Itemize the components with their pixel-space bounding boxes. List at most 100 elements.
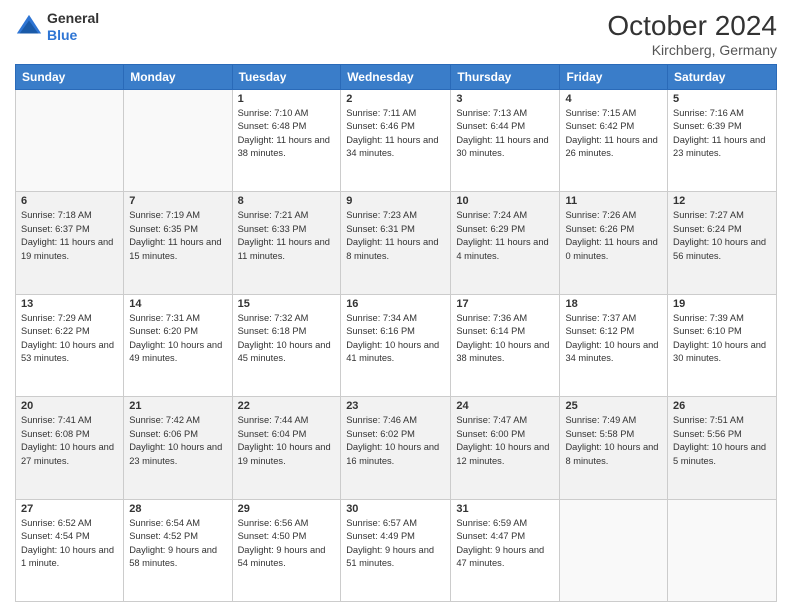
calendar-cell xyxy=(16,90,124,192)
day-number: 1 xyxy=(238,93,336,105)
day-number: 20 xyxy=(21,400,118,412)
day-info: Sunrise: 6:57 AM Sunset: 4:49 PM Dayligh… xyxy=(346,517,445,571)
calendar: SundayMondayTuesdayWednesdayThursdayFrid… xyxy=(15,64,777,602)
calendar-cell xyxy=(668,499,777,601)
calendar-cell: 15 Sunrise: 7:32 AM Sunset: 6:18 PM Dayli… xyxy=(232,294,341,396)
day-info: Sunrise: 7:15 AM Sunset: 6:42 PM Dayligh… xyxy=(565,107,662,161)
day-number: 31 xyxy=(456,503,554,515)
calendar-cell: 28 Sunrise: 6:54 AM Sunset: 4:52 PM Dayli… xyxy=(124,499,232,601)
weekday-wednesday: Wednesday xyxy=(341,65,451,90)
week-row-5: 27 Sunrise: 6:52 AM Sunset: 4:54 PM Dayli… xyxy=(16,499,777,601)
day-info: Sunrise: 7:31 AM Sunset: 6:20 PM Dayligh… xyxy=(129,312,226,366)
weekday-monday: Monday xyxy=(124,65,232,90)
day-number: 13 xyxy=(21,298,118,310)
day-info: Sunrise: 7:16 AM Sunset: 6:39 PM Dayligh… xyxy=(673,107,771,161)
week-row-1: 1Sunrise: 7:10 AM Sunset: 6:48 PM Daylig… xyxy=(16,90,777,192)
calendar-cell: 24 Sunrise: 7:47 AM Sunset: 6:00 PM Dayli… xyxy=(451,397,560,499)
calendar-cell: 10 Sunrise: 7:24 AM Sunset: 6:29 PM Dayli… xyxy=(451,192,560,294)
calendar-cell: 20Sunrise: 7:41 AM Sunset: 6:08 PM Dayli… xyxy=(16,397,124,499)
day-number: 28 xyxy=(129,503,226,515)
day-info: Sunrise: 7:27 AM Sunset: 6:24 PM Dayligh… xyxy=(673,209,771,263)
day-number: 5 xyxy=(673,93,771,105)
page: General Blue October 2024 Kirchberg, Ger… xyxy=(0,0,792,612)
day-info: Sunrise: 7:37 AM Sunset: 6:12 PM Dayligh… xyxy=(565,312,662,366)
calendar-cell: 31Sunrise: 6:59 AM Sunset: 4:47 PM Dayli… xyxy=(451,499,560,601)
calendar-cell: 25Sunrise: 7:49 AM Sunset: 5:58 PM Dayli… xyxy=(560,397,668,499)
day-info: Sunrise: 6:56 AM Sunset: 4:50 PM Dayligh… xyxy=(238,517,336,571)
calendar-cell: 18 Sunrise: 7:37 AM Sunset: 6:12 PM Dayli… xyxy=(560,294,668,396)
day-number: 3 xyxy=(456,93,554,105)
logo-icon xyxy=(15,13,43,41)
day-number: 6 xyxy=(21,195,118,207)
day-info: Sunrise: 7:36 AM Sunset: 6:14 PM Dayligh… xyxy=(456,312,554,366)
day-number: 4 xyxy=(565,93,662,105)
day-info: Sunrise: 6:54 AM Sunset: 4:52 PM Dayligh… xyxy=(129,517,226,571)
calendar-cell: 3 Sunrise: 7:13 AM Sunset: 6:44 PM Daylig… xyxy=(451,90,560,192)
day-number: 15 xyxy=(238,298,336,310)
calendar-cell: 12 Sunrise: 7:27 AM Sunset: 6:24 PM Dayli… xyxy=(668,192,777,294)
day-info: Sunrise: 7:42 AM Sunset: 6:06 PM Dayligh… xyxy=(129,414,226,468)
day-number: 24 xyxy=(456,400,554,412)
calendar-cell: 13 Sunrise: 7:29 AM Sunset: 6:22 PM Dayli… xyxy=(16,294,124,396)
calendar-cell: 5 Sunrise: 7:16 AM Sunset: 6:39 PM Daylig… xyxy=(668,90,777,192)
day-info: Sunrise: 7:29 AM Sunset: 6:22 PM Dayligh… xyxy=(21,312,118,366)
calendar-cell: 22Sunrise: 7:44 AM Sunset: 6:04 PM Dayli… xyxy=(232,397,341,499)
logo-text: General Blue xyxy=(47,10,99,44)
calendar-cell: 11 Sunrise: 7:26 AM Sunset: 6:26 PM Dayli… xyxy=(560,192,668,294)
week-row-2: 6 Sunrise: 7:18 AM Sunset: 6:37 PM Daylig… xyxy=(16,192,777,294)
logo: General Blue xyxy=(15,10,99,44)
day-info: Sunrise: 7:13 AM Sunset: 6:44 PM Dayligh… xyxy=(456,107,554,161)
calendar-cell: 8 Sunrise: 7:21 AM Sunset: 6:33 PM Daylig… xyxy=(232,192,341,294)
day-info: Sunrise: 7:44 AM Sunset: 6:04 PM Dayligh… xyxy=(238,414,336,468)
day-number: 30 xyxy=(346,503,445,515)
calendar-cell: 6 Sunrise: 7:18 AM Sunset: 6:37 PM Daylig… xyxy=(16,192,124,294)
calendar-cell: 17 Sunrise: 7:36 AM Sunset: 6:14 PM Dayli… xyxy=(451,294,560,396)
calendar-cell: 26Sunrise: 7:51 AM Sunset: 5:56 PM Dayli… xyxy=(668,397,777,499)
day-info: Sunrise: 7:32 AM Sunset: 6:18 PM Dayligh… xyxy=(238,312,336,366)
day-info: Sunrise: 7:26 AM Sunset: 6:26 PM Dayligh… xyxy=(565,209,662,263)
day-info: Sunrise: 7:21 AM Sunset: 6:33 PM Dayligh… xyxy=(238,209,336,263)
calendar-cell: 9Sunrise: 7:23 AM Sunset: 6:31 PM Daylig… xyxy=(341,192,451,294)
day-number: 26 xyxy=(673,400,771,412)
day-number: 21 xyxy=(129,400,226,412)
day-number: 11 xyxy=(565,195,662,207)
weekday-tuesday: Tuesday xyxy=(232,65,341,90)
day-info: Sunrise: 7:39 AM Sunset: 6:10 PM Dayligh… xyxy=(673,312,771,366)
calendar-cell: 30 Sunrise: 6:57 AM Sunset: 4:49 PM Dayli… xyxy=(341,499,451,601)
day-info: Sunrise: 7:19 AM Sunset: 6:35 PM Dayligh… xyxy=(129,209,226,263)
calendar-cell: 1Sunrise: 7:10 AM Sunset: 6:48 PM Daylig… xyxy=(232,90,341,192)
day-info: Sunrise: 7:18 AM Sunset: 6:37 PM Dayligh… xyxy=(21,209,118,263)
calendar-cell: 19Sunrise: 7:39 AM Sunset: 6:10 PM Dayli… xyxy=(668,294,777,396)
day-number: 18 xyxy=(565,298,662,310)
calendar-cell: 14 Sunrise: 7:31 AM Sunset: 6:20 PM Dayli… xyxy=(124,294,232,396)
calendar-cell xyxy=(560,499,668,601)
day-number: 12 xyxy=(673,195,771,207)
header: General Blue October 2024 Kirchberg, Ger… xyxy=(15,10,777,58)
calendar-cell: 2Sunrise: 7:11 AM Sunset: 6:46 PM Daylig… xyxy=(341,90,451,192)
day-number: 27 xyxy=(21,503,118,515)
calendar-cell: 21 Sunrise: 7:42 AM Sunset: 6:06 PM Dayli… xyxy=(124,397,232,499)
title-block: October 2024 Kirchberg, Germany xyxy=(607,10,777,58)
day-number: 7 xyxy=(129,195,226,207)
weekday-saturday: Saturday xyxy=(668,65,777,90)
day-number: 10 xyxy=(456,195,554,207)
day-number: 17 xyxy=(456,298,554,310)
day-number: 8 xyxy=(238,195,336,207)
week-row-3: 13 Sunrise: 7:29 AM Sunset: 6:22 PM Dayli… xyxy=(16,294,777,396)
weekday-header-row: SundayMondayTuesdayWednesdayThursdayFrid… xyxy=(16,65,777,90)
weekday-sunday: Sunday xyxy=(16,65,124,90)
day-number: 14 xyxy=(129,298,226,310)
day-info: Sunrise: 7:23 AM Sunset: 6:31 PM Dayligh… xyxy=(346,209,445,263)
day-info: Sunrise: 7:11 AM Sunset: 6:46 PM Dayligh… xyxy=(346,107,445,161)
day-info: Sunrise: 7:34 AM Sunset: 6:16 PM Dayligh… xyxy=(346,312,445,366)
day-number: 23 xyxy=(346,400,445,412)
week-row-4: 20Sunrise: 7:41 AM Sunset: 6:08 PM Dayli… xyxy=(16,397,777,499)
calendar-cell: 7 Sunrise: 7:19 AM Sunset: 6:35 PM Daylig… xyxy=(124,192,232,294)
calendar-cell: 16Sunrise: 7:34 AM Sunset: 6:16 PM Dayli… xyxy=(341,294,451,396)
day-number: 29 xyxy=(238,503,336,515)
weekday-friday: Friday xyxy=(560,65,668,90)
day-info: Sunrise: 6:52 AM Sunset: 4:54 PM Dayligh… xyxy=(21,517,118,571)
day-info: Sunrise: 7:24 AM Sunset: 6:29 PM Dayligh… xyxy=(456,209,554,263)
day-info: Sunrise: 7:47 AM Sunset: 6:00 PM Dayligh… xyxy=(456,414,554,468)
calendar-cell: 29 Sunrise: 6:56 AM Sunset: 4:50 PM Dayli… xyxy=(232,499,341,601)
